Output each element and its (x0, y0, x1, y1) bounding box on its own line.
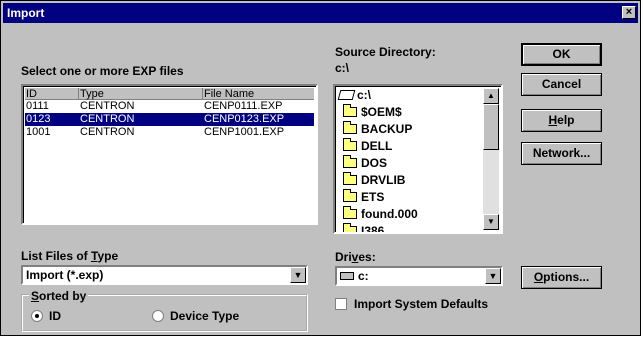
dir-label: ETS (361, 190, 385, 204)
scroll-thumb[interactable] (483, 104, 499, 150)
dir-item[interactable]: I386 (343, 222, 385, 234)
dir-label: DOS (361, 156, 388, 170)
dir-label: found.000 (361, 207, 418, 221)
open-folder-icon (337, 89, 356, 100)
label-accel: S (31, 289, 40, 303)
row-type: CENTRON (80, 100, 135, 112)
folder-icon (343, 120, 357, 134)
file-row[interactable]: 1001 CENTRON CENP1001.EXP (25, 126, 314, 139)
column-header-type[interactable]: Type (79, 88, 203, 100)
select-files-label: Select one or more EXP files (21, 64, 184, 78)
dir-label: DELL (361, 139, 393, 153)
directory-tree[interactable]: c:\ $OEM$ BACKUP DELL DOS DRVLIB ETS fou… (333, 84, 503, 234)
column-header-file-name[interactable]: File Name (203, 88, 314, 100)
dir-label: BACKUP (361, 122, 413, 136)
cancel-button[interactable]: Cancel (521, 73, 602, 96)
close-icon[interactable]: × (622, 6, 636, 19)
file-row[interactable]: 0111 CENTRON CENP0111.EXP (25, 100, 314, 113)
dir-item[interactable]: DRVLIB (343, 171, 405, 189)
folder-icon (343, 137, 357, 151)
folder-icon (343, 171, 357, 185)
help-button[interactable]: Help (521, 109, 602, 132)
sort-id-radio[interactable] (31, 310, 43, 322)
dir-item[interactable]: DOS (343, 154, 387, 172)
title-bar: Import × (3, 3, 638, 23)
row-type: CENTRON (80, 126, 135, 138)
row-type: CENTRON (80, 113, 135, 125)
source-directory-label: Source Directory: (335, 45, 436, 59)
label-part: orted by (39, 289, 87, 303)
row-file-name: CENP0123.EXP (204, 113, 285, 125)
drive-value: c: (358, 269, 369, 283)
folder-icon (343, 205, 357, 219)
import-system-defaults-label[interactable]: Import System Defaults (354, 297, 488, 311)
column-header-id[interactable]: ID (25, 88, 79, 100)
row-id: 1001 (26, 126, 51, 138)
row-id: 0123 (26, 113, 51, 125)
scroll-up-icon[interactable]: ▲ (483, 88, 499, 104)
file-row-selected[interactable]: 0123 CENTRON CENP0123.EXP (25, 113, 314, 126)
file-list[interactable]: ID Type File Name 0111 CENTRON CENP0111.… (21, 84, 318, 225)
import-system-defaults-checkbox[interactable] (335, 298, 347, 310)
dir-label: I386 (361, 224, 385, 234)
dir-item[interactable]: DELL (343, 137, 392, 155)
label-part: Dri (335, 250, 352, 264)
network-button[interactable]: Network... (521, 142, 602, 165)
dir-item-root[interactable]: c:\ (337, 86, 372, 104)
directory-scrollbar[interactable]: ▲ ▼ (483, 88, 499, 230)
dir-label: c:\ (357, 88, 372, 102)
sort-id-label[interactable]: ID (49, 309, 61, 323)
drive-select[interactable]: c: ▼ (335, 266, 503, 286)
dir-item[interactable]: found.000 (343, 205, 418, 223)
dir-label: DRVLIB (361, 173, 406, 187)
label-part: es: (358, 250, 376, 264)
dir-item[interactable]: ETS (343, 188, 384, 206)
row-id: 0111 (26, 100, 49, 112)
options-button[interactable]: Options... (521, 266, 602, 289)
button-label: elp (557, 113, 575, 127)
dir-label: $OEM$ (361, 105, 402, 119)
file-type-select[interactable]: Import (*.exp) ▼ (21, 265, 308, 285)
sort-device-type-radio[interactable] (152, 310, 164, 322)
button-accel: H (548, 113, 558, 127)
dir-item[interactable]: BACKUP (343, 120, 412, 138)
folder-icon (343, 154, 357, 168)
import-dialog: Import × Select one or more EXP files ID… (0, 0, 641, 336)
button-label: ptions... (543, 270, 590, 284)
sort-device-type-label[interactable]: Device Type (170, 309, 239, 323)
list-files-type-label: List Files of Type (21, 249, 118, 263)
dir-item[interactable]: $OEM$ (343, 103, 402, 121)
sorted-by-label: Sorted by (29, 289, 89, 303)
drives-label: Drives: (335, 250, 376, 264)
folder-icon (343, 103, 357, 117)
chevron-down-icon[interactable]: ▼ (485, 268, 501, 284)
source-directory-path: c:\ (335, 61, 350, 75)
row-file-name: CENP1001.EXP (204, 126, 285, 138)
chevron-down-icon[interactable]: ▼ (290, 267, 306, 283)
folder-icon (343, 222, 357, 232)
folder-icon (343, 188, 357, 202)
ok-button[interactable]: OK (521, 43, 602, 66)
window-title: Import (7, 6, 45, 20)
button-accel: O (533, 270, 544, 284)
label-part: List Files of (21, 249, 92, 263)
file-type-value: Import (*.exp) (26, 268, 104, 282)
scroll-down-icon[interactable]: ▼ (483, 214, 499, 230)
row-file-name: CENP0111.EXP (204, 100, 283, 112)
drive-icon (340, 271, 354, 280)
label-part: ype (97, 249, 119, 263)
